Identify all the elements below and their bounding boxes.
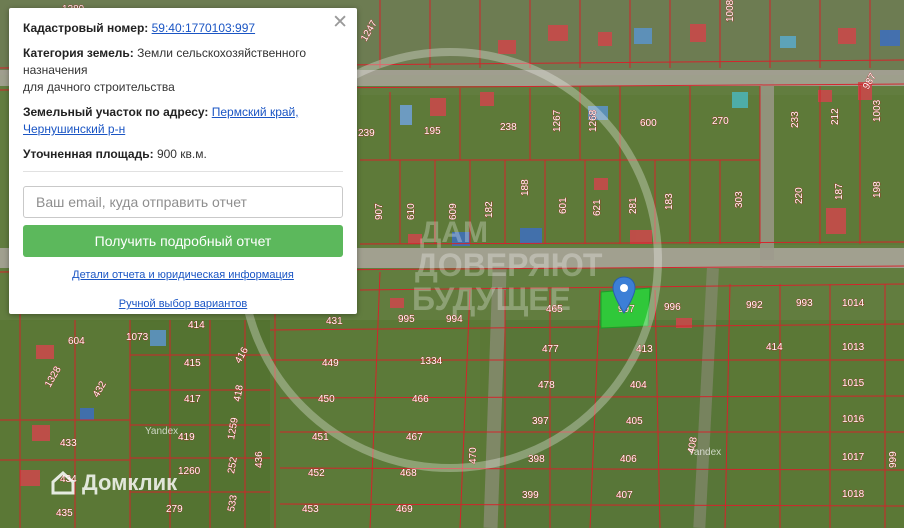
plot-label: 195 bbox=[424, 126, 441, 137]
plot-label: 1016 bbox=[842, 414, 865, 425]
plot-label: 1073 bbox=[126, 332, 149, 343]
domclick-logo: Домклик bbox=[50, 470, 177, 496]
plot-label: 604 bbox=[68, 336, 85, 347]
plot-label: 239 bbox=[358, 128, 375, 139]
plot-label: 621 bbox=[592, 199, 603, 216]
plot-label: 467 bbox=[406, 432, 423, 443]
plot-label: 465 bbox=[546, 304, 563, 315]
cadastral-row: Кадастровый номер: 59:40:1770103:997 bbox=[23, 20, 343, 37]
cadastral-label: Кадастровый номер: bbox=[23, 21, 149, 35]
plot-label: 1334 bbox=[420, 356, 443, 367]
get-report-button[interactable]: Получить подробный отчет bbox=[23, 225, 343, 257]
category-value-2: для дачного строительства bbox=[23, 80, 175, 94]
divider bbox=[23, 171, 343, 172]
plot-label: 407 bbox=[616, 490, 633, 501]
plot-label: 397 bbox=[532, 416, 549, 427]
address-label: Земельный участок по адресу: bbox=[23, 105, 209, 119]
plot-label: 413 bbox=[636, 344, 653, 355]
plot-label: 1018 bbox=[842, 489, 865, 500]
email-input[interactable] bbox=[23, 186, 343, 218]
plot-label: 451 bbox=[312, 432, 329, 443]
plot-label: 1015 bbox=[842, 378, 865, 389]
plot-label: 1267 bbox=[552, 109, 563, 132]
plot-label: 419 bbox=[178, 432, 195, 443]
area-label: Уточненная площадь: bbox=[23, 147, 154, 161]
plot-label: 601 bbox=[558, 197, 569, 214]
plot-label: 994 bbox=[446, 314, 463, 325]
yandex-label-2: Yandex bbox=[688, 447, 722, 458]
plot-label: 468 bbox=[400, 468, 417, 479]
plot-label: 452 bbox=[308, 468, 325, 479]
plot-label: 238 bbox=[500, 122, 517, 133]
plot-label: 182 bbox=[484, 201, 495, 218]
plot-label: 449 bbox=[322, 358, 339, 369]
plot-label: 233 bbox=[790, 111, 801, 128]
map-pin-icon[interactable] bbox=[611, 276, 637, 314]
plot-info-popup: ✕ Кадастровый номер: 59:40:1770103:997 К… bbox=[9, 8, 357, 314]
plot-label: 453 bbox=[302, 504, 319, 515]
plot-label: 995 bbox=[398, 314, 415, 325]
plot-label: 1260 bbox=[178, 466, 201, 477]
plot-label: 399 bbox=[522, 490, 539, 501]
area-value: 900 кв.м. bbox=[156, 147, 207, 161]
plot-label: 469 bbox=[396, 504, 413, 515]
plot-label: 610 bbox=[406, 203, 417, 220]
plot-label: 433 bbox=[60, 438, 77, 449]
plot-label: 188 bbox=[520, 179, 531, 196]
close-icon[interactable]: ✕ bbox=[332, 12, 348, 34]
plot-label: 466 bbox=[412, 394, 429, 405]
address-row: Земельный участок по адресу: Пермский кр… bbox=[23, 104, 343, 138]
plot-label: 281 bbox=[628, 197, 639, 214]
plot-label: 414 bbox=[766, 342, 783, 353]
report-details-link[interactable]: Детали отчета и юридическая информация bbox=[23, 269, 343, 281]
plot-label: 1268 bbox=[588, 109, 599, 132]
plot-label: 1014 bbox=[842, 298, 865, 309]
plot-label: 600 bbox=[640, 118, 657, 129]
brand-name: Домклик bbox=[82, 470, 178, 495]
category-label: Категория земель: bbox=[23, 46, 134, 60]
plot-label: 303 bbox=[734, 191, 745, 208]
watermark-line2: ДОВЕРЯЮТ bbox=[415, 247, 603, 283]
manual-selection-link[interactable]: Ручной выбор вариантов bbox=[23, 298, 343, 310]
domclick-house-icon bbox=[51, 470, 75, 495]
plot-label: 477 bbox=[542, 344, 559, 355]
plot-label: 212 bbox=[830, 108, 841, 125]
plot-label: 996 bbox=[664, 302, 681, 313]
plot-label: 183 bbox=[664, 193, 675, 210]
plot-label: 406 bbox=[620, 454, 637, 465]
plot-label: 187 bbox=[834, 183, 845, 200]
plot-label: 198 bbox=[872, 181, 883, 198]
yandex-label-1: Yandex bbox=[145, 426, 179, 437]
plot-label: 609 bbox=[448, 203, 459, 220]
cadastral-number-link[interactable]: 59:40:1770103:997 bbox=[152, 21, 255, 35]
category-row: Категория земель: Земли сельскохозяйстве… bbox=[23, 45, 343, 96]
plot-label: 992 bbox=[746, 300, 763, 311]
plot-label: 1017 bbox=[842, 452, 865, 463]
plot-label: 999 bbox=[888, 451, 899, 468]
plot-label: 1003 bbox=[872, 99, 883, 122]
plot-label: 270 bbox=[712, 116, 729, 127]
area-row: Уточненная площадь: 900 кв.м. bbox=[23, 146, 343, 163]
plot-label: 436 bbox=[254, 451, 265, 468]
plot-label: 220 bbox=[794, 187, 805, 204]
plot-label: 478 bbox=[538, 380, 555, 391]
plot-label: 1013 bbox=[842, 342, 865, 353]
plot-label: 907 bbox=[374, 203, 385, 220]
plot-label: 417 bbox=[184, 394, 201, 405]
plot-label: 470 bbox=[468, 447, 479, 464]
plot-label: 398 bbox=[528, 454, 545, 465]
plot-label: 431 bbox=[326, 316, 343, 327]
plot-label: 414 bbox=[188, 320, 205, 331]
plot-label: 404 bbox=[630, 380, 647, 391]
plot-label: 1008 bbox=[725, 0, 736, 22]
plot-label: 279 bbox=[166, 504, 183, 515]
plot-label: 415 bbox=[184, 358, 201, 369]
plot-label: 405 bbox=[626, 416, 643, 427]
plot-label: 450 bbox=[318, 394, 335, 405]
plot-label: 993 bbox=[796, 298, 813, 309]
plot-label: 435 bbox=[56, 508, 73, 519]
